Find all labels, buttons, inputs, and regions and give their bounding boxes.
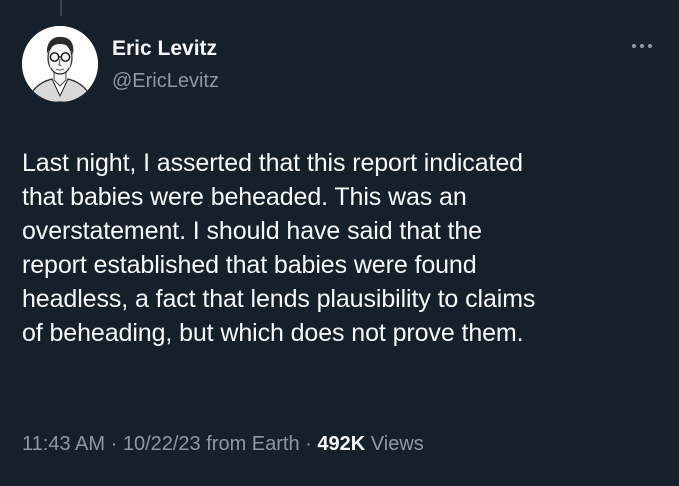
meta-separator-2: · [305,433,312,455]
more-horizontal-icon [631,43,653,49]
thread-connector-line [60,0,62,16]
views-label: Views [370,433,424,455]
avatar[interactable] [22,26,98,102]
meta-separator: · [110,433,118,455]
tweet-source: from Earth [206,433,300,455]
tweet-text: Last night, I asserted that this report … [22,149,536,347]
avatar-portrait-icon [22,26,98,102]
tweet-date[interactable]: 10/22/23 [123,433,201,455]
tweet-metadata: 11:43 AM · 10/22/23 from Earth · 492K Vi… [22,433,424,456]
views-count[interactable]: 492K [317,433,365,455]
author-display-name[interactable]: Eric Levitz [112,37,217,61]
author-handle[interactable]: @EricLevitz [112,70,219,93]
tweet-time[interactable]: 11:43 AM [22,433,105,455]
more-options-button[interactable] [627,34,657,58]
